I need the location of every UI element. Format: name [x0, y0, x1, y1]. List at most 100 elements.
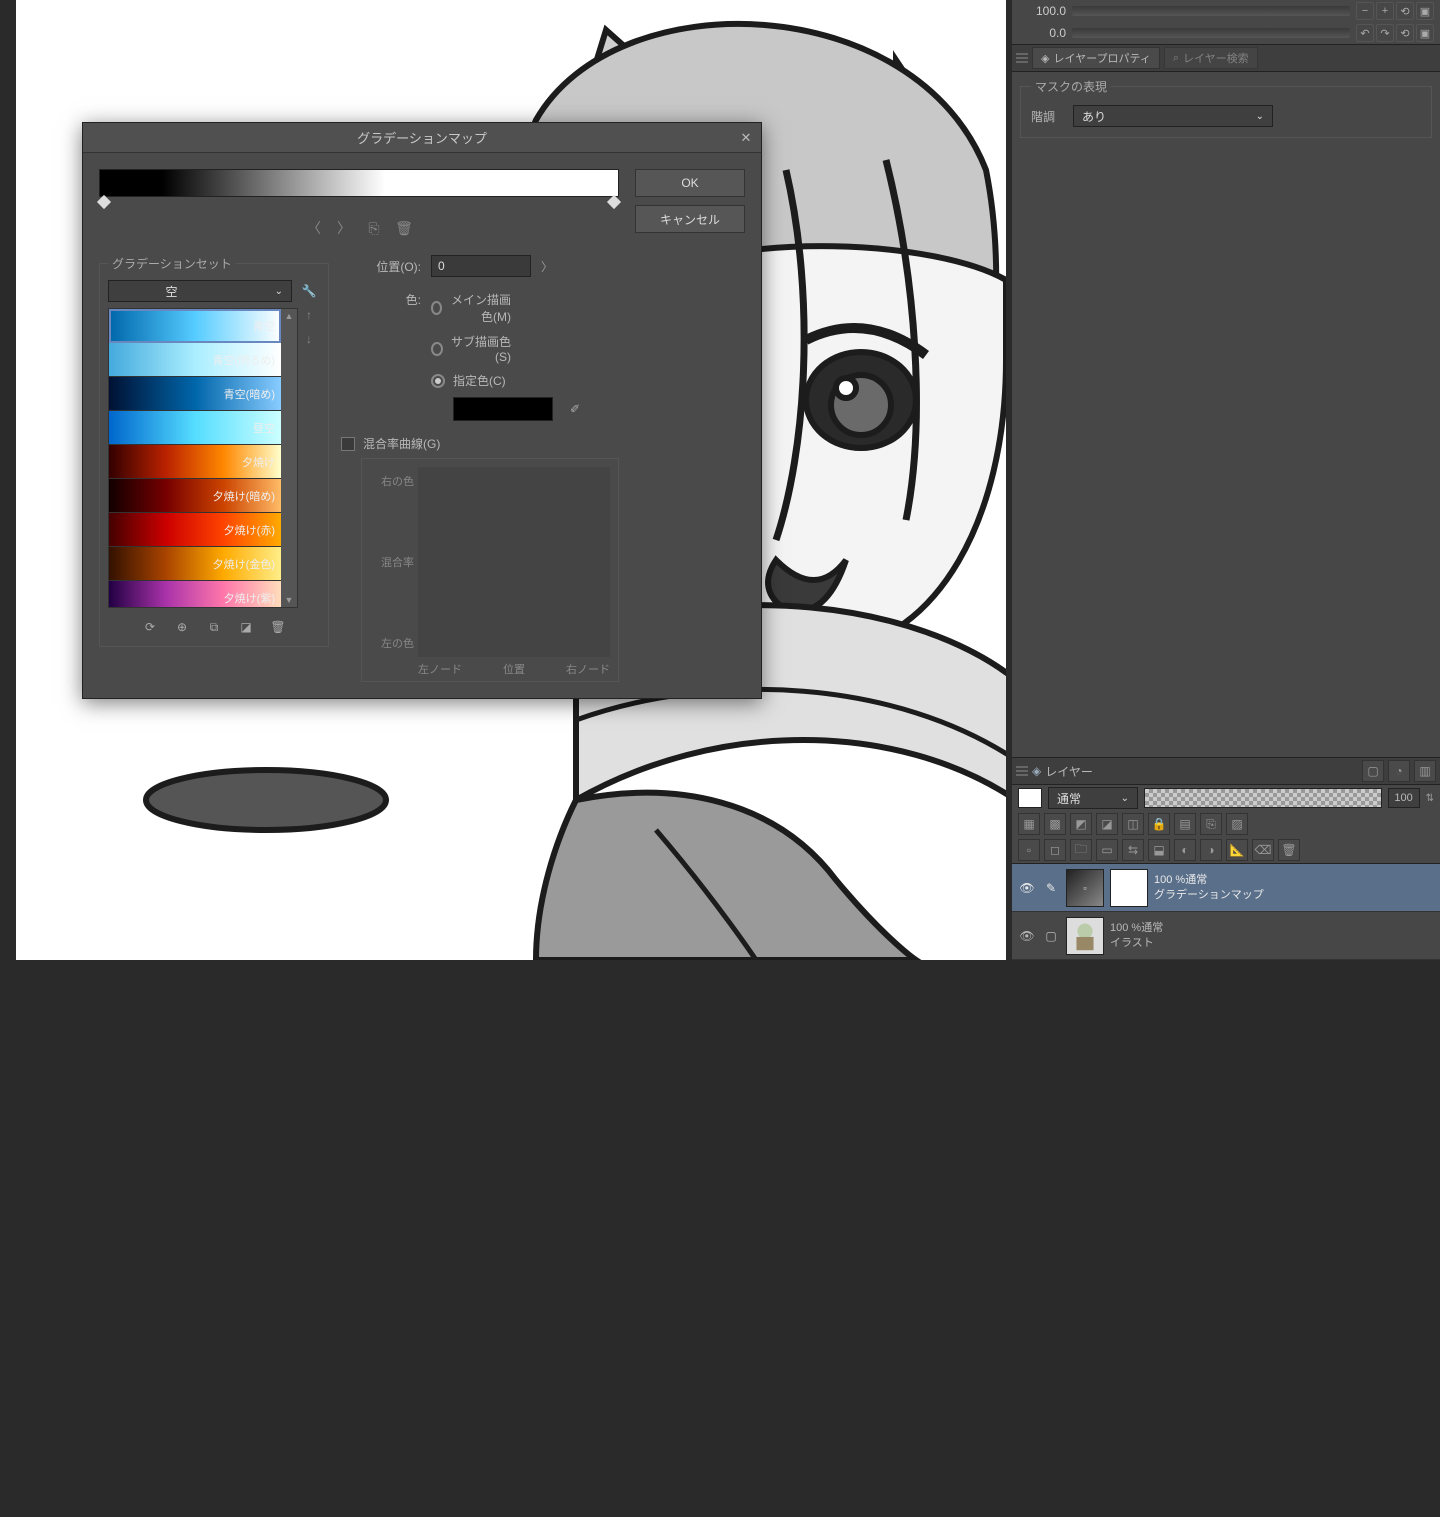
- scroll-up-icon[interactable]: ▲: [281, 309, 297, 323]
- delete-stop-icon[interactable]: 🗑: [393, 217, 415, 239]
- preset-item[interactable]: 夕焼け(紫): [109, 581, 281, 607]
- clear-icon[interactable]: ⌫: [1252, 839, 1274, 861]
- search-icon: ⌕: [1173, 52, 1179, 65]
- panel-btn-2[interactable]: ◔: [1388, 760, 1410, 782]
- axis-label: 混合率: [381, 554, 414, 570]
- slider-track[interactable]: [1072, 28, 1350, 38]
- zoom-out-icon[interactable]: −: [1356, 2, 1374, 20]
- gradient-stop[interactable]: [97, 195, 111, 209]
- preset-item[interactable]: 夕焼け: [109, 445, 281, 479]
- panel-btn-1[interactable]: ▢: [1362, 760, 1384, 782]
- transfer-icon[interactable]: ⇆: [1122, 839, 1144, 861]
- radio-specified-color[interactable]: 指定色(C): [431, 372, 511, 389]
- wrench-icon[interactable]: 🔧: [298, 280, 320, 302]
- eye-icon[interactable]: 👁: [1018, 927, 1036, 945]
- dup-stop-icon[interactable]: ⎘: [363, 217, 385, 239]
- layer-row[interactable]: 👁 ✎ ▫ 100 %通常 グラデーションマップ: [1012, 864, 1440, 912]
- link-icon[interactable]: ⎘: [1200, 813, 1222, 835]
- select-value: 空: [166, 283, 178, 300]
- tab-layer-search[interactable]: ⌕ レイヤー検索: [1164, 47, 1258, 69]
- popup-icon[interactable]: ▣: [1416, 24, 1434, 42]
- panel-title: レイヤー: [1045, 763, 1093, 780]
- new-vector-icon[interactable]: ◻: [1044, 839, 1066, 861]
- ruler-new-icon[interactable]: 📐: [1226, 839, 1248, 861]
- move-up-icon[interactable]: ↑: [300, 306, 318, 324]
- preset-item[interactable]: 夕焼け(金色): [109, 547, 281, 581]
- add-icon[interactable]: ⊕: [171, 616, 193, 638]
- layer-row[interactable]: 👁 ▢ 100 %通常 イラスト: [1012, 912, 1440, 960]
- delete-layer-icon[interactable]: 🗑: [1278, 839, 1300, 861]
- new-folder-icon[interactable]: 🗀: [1070, 839, 1092, 861]
- new-frame-icon[interactable]: ▭: [1096, 839, 1118, 861]
- preset-item[interactable]: 昼空: [109, 411, 281, 445]
- popup-icon[interactable]: ▣: [1416, 2, 1434, 20]
- color-well[interactable]: [453, 397, 553, 421]
- gradient-map-dialog: グラデーションマップ ✕ 〈 〉 ⎘ 🗑 グラデーションセット: [82, 122, 762, 699]
- preset-item[interactable]: 夕焼け(赤): [109, 513, 281, 547]
- trash-icon[interactable]: 🗑: [267, 616, 289, 638]
- close-icon[interactable]: ✕: [735, 127, 757, 149]
- lock-all-icon[interactable]: 🔒: [1148, 813, 1170, 835]
- layers-icon: ◈: [1032, 764, 1041, 778]
- mask-icon[interactable]: ◐: [1174, 839, 1196, 861]
- ref-icon[interactable]: ◪: [1096, 813, 1118, 835]
- replace-icon[interactable]: ⟳: [139, 616, 161, 638]
- preset-item[interactable]: 青空: [109, 309, 281, 343]
- panel-btn-3[interactable]: ▥: [1414, 760, 1436, 782]
- axis-label: 右ノード: [566, 661, 610, 677]
- curve-canvas[interactable]: [418, 467, 610, 657]
- draft-icon[interactable]: ◫: [1122, 813, 1144, 835]
- opacity-slider[interactable]: [1144, 788, 1382, 808]
- zoom-in-icon[interactable]: +: [1376, 2, 1394, 20]
- grip-icon[interactable]: [1016, 764, 1028, 778]
- opacity-value[interactable]: 100: [1388, 788, 1420, 808]
- duplicate-icon[interactable]: ⧉: [203, 616, 225, 638]
- next-stop-icon[interactable]: 〉: [333, 217, 355, 239]
- merge-icon[interactable]: ⬓: [1148, 839, 1170, 861]
- grip-icon[interactable]: [1016, 51, 1028, 65]
- clip-icon[interactable]: ◩: [1070, 813, 1092, 835]
- eyedropper-icon[interactable]: ✐: [563, 397, 587, 421]
- move-down-icon[interactable]: ↓: [300, 330, 318, 348]
- cancel-button[interactable]: キャンセル: [635, 205, 745, 233]
- tab-layer-property[interactable]: ◈ レイヤープロパティ: [1032, 47, 1160, 69]
- ruler-icon[interactable]: ▤: [1174, 813, 1196, 835]
- new-layer-icon[interactable]: ▫: [1018, 839, 1040, 861]
- apply-mask-icon[interactable]: ◑: [1200, 839, 1222, 861]
- chevron-right-icon[interactable]: 〉: [541, 258, 553, 275]
- radio-main-color[interactable]: メイン描画色(M): [431, 291, 511, 325]
- gradient-markers[interactable]: [99, 197, 619, 209]
- reset-icon[interactable]: ⟲: [1396, 2, 1414, 20]
- lock-icon[interactable]: ▦: [1018, 813, 1040, 835]
- rotate-ccw-icon[interactable]: ↶: [1356, 24, 1374, 42]
- lock-pixels-icon[interactable]: ▩: [1044, 813, 1066, 835]
- preset-item[interactable]: 夕焼け(暗め): [109, 479, 281, 513]
- prev-stop-icon[interactable]: 〈: [303, 217, 325, 239]
- tone-icon[interactable]: ▨: [1226, 813, 1248, 835]
- apply-icon[interactable]: ◪: [235, 616, 257, 638]
- mask-select[interactable]: あり ⌄: [1073, 105, 1273, 127]
- blend-mode-select[interactable]: 通常 ⌄: [1048, 787, 1138, 809]
- pencil-icon: ✎: [1042, 879, 1060, 897]
- layer-color-swatch[interactable]: [1018, 788, 1042, 808]
- layer-opacity-label: 100 %通常: [1154, 873, 1264, 887]
- chevron-down-icon: ⌄: [1121, 793, 1129, 804]
- mix-curve-checkbox[interactable]: [341, 437, 355, 451]
- dialog-titlebar[interactable]: グラデーションマップ ✕: [83, 123, 761, 153]
- eye-icon[interactable]: 👁: [1018, 879, 1036, 897]
- dialog-title: グラデーションマップ: [357, 128, 487, 147]
- preset-item[interactable]: 青空(暗め): [109, 377, 281, 411]
- gradient-set-select[interactable]: 空 ⌄: [108, 280, 292, 302]
- gradient-preview[interactable]: [99, 169, 619, 197]
- spinner-icon[interactable]: ⇅: [1426, 793, 1434, 804]
- gradient-stop[interactable]: [607, 195, 621, 209]
- slider-track[interactable]: [1072, 6, 1350, 16]
- scroll-down-icon[interactable]: ▼: [281, 593, 297, 607]
- preset-item[interactable]: 青空(明るめ): [109, 343, 281, 377]
- reset-icon[interactable]: ⟲: [1396, 24, 1414, 42]
- rotate-cw-icon[interactable]: ↷: [1376, 24, 1394, 42]
- scrollbar[interactable]: ▲ ▼: [281, 309, 297, 607]
- position-input[interactable]: [431, 255, 531, 277]
- radio-sub-color[interactable]: サブ描画色(S): [431, 333, 511, 364]
- ok-button[interactable]: OK: [635, 169, 745, 197]
